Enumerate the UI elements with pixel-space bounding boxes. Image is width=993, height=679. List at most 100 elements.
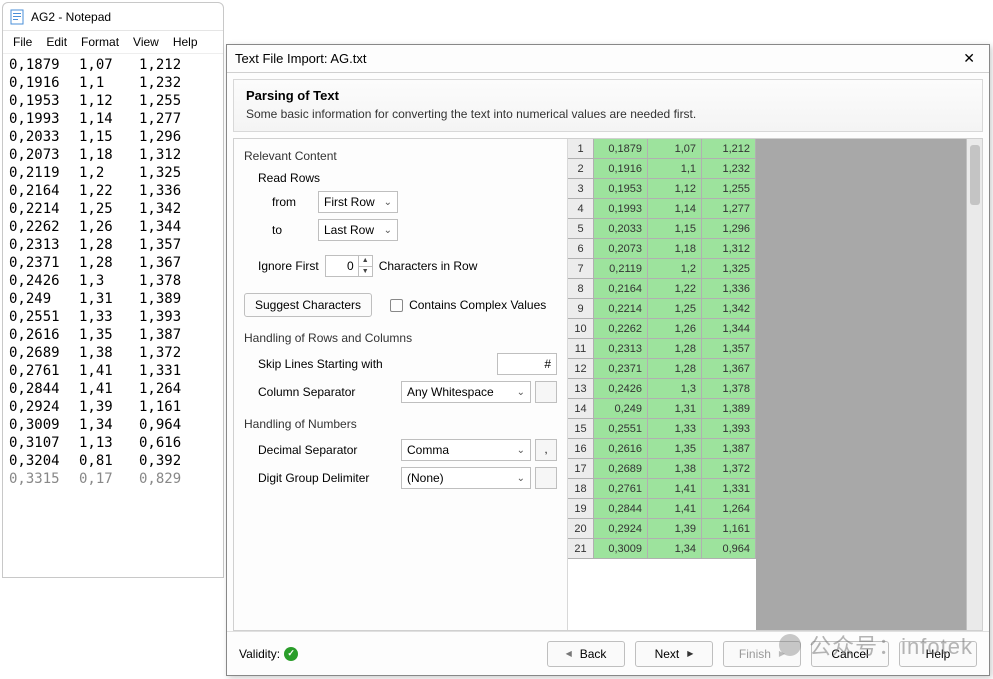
menu-format[interactable]: Format — [75, 33, 125, 51]
notepad-line: 0,20331,151,296 — [9, 128, 217, 146]
group-numbers: Handling of Numbers — [244, 417, 557, 431]
column-separator-custom[interactable] — [535, 381, 557, 403]
grid-row[interactable]: 10,18791,071,212 — [568, 139, 756, 159]
column-separator-combo[interactable]: Any Whitespace ⌄ — [401, 381, 531, 403]
menu-file[interactable]: File — [7, 33, 38, 51]
notepad-titlebar[interactable]: AG2 - Notepad — [3, 3, 223, 31]
grid-cell: 1,39 — [648, 519, 702, 539]
grid-cell: 1,18 — [648, 239, 702, 259]
grid-cell: 0,2924 — [594, 519, 648, 539]
back-button[interactable]: Back — [547, 641, 625, 667]
row-index: 13 — [568, 379, 594, 399]
grid-row[interactable]: 140,2491,311,389 — [568, 399, 756, 419]
grid-cell: 1,26 — [648, 319, 702, 339]
from-combo[interactable]: First Row ⌄ — [318, 191, 398, 213]
grid-cell: 0,2214 — [594, 299, 648, 319]
next-button[interactable]: Next — [635, 641, 713, 667]
notepad-line: 0,32040,810,392 — [9, 452, 217, 470]
grid-row[interactable]: 200,29241,391,161 — [568, 519, 756, 539]
row-index: 12 — [568, 359, 594, 379]
notepad-line: 0,23131,281,357 — [9, 236, 217, 254]
notepad-title: AG2 - Notepad — [31, 10, 111, 24]
grid-row[interactable]: 120,23711,281,367 — [568, 359, 756, 379]
grid-row[interactable]: 50,20331,151,296 — [568, 219, 756, 239]
decimal-separator-custom[interactable]: , — [535, 439, 557, 461]
grid-row[interactable]: 20,19161,11,232 — [568, 159, 756, 179]
grid-cell: 1,277 — [702, 199, 756, 219]
row-index: 20 — [568, 519, 594, 539]
grid-row[interactable]: 70,21191,21,325 — [568, 259, 756, 279]
finish-button[interactable]: Finish▶ — [723, 641, 801, 667]
grid-cell: 1,389 — [702, 399, 756, 419]
grid-cell: 1,344 — [702, 319, 756, 339]
to-combo[interactable]: Last Row ⌄ — [318, 219, 398, 241]
close-button[interactable]: ✕ — [957, 50, 981, 67]
grid-cell: 0,2616 — [594, 439, 648, 459]
row-index: 5 — [568, 219, 594, 239]
grid-row[interactable]: 190,28441,411,264 — [568, 499, 756, 519]
row-index: 10 — [568, 319, 594, 339]
digit-group-label: Digit Group Delimiter — [258, 471, 369, 485]
skip-lines-input[interactable]: # — [497, 353, 557, 375]
digit-group-combo[interactable]: (None) ⌄ — [401, 467, 531, 489]
grid-row[interactable]: 170,26891,381,372 — [568, 459, 756, 479]
grid-cell: 1,161 — [702, 519, 756, 539]
notepad-text-area[interactable]: 0,18791,071,2120,19161,11,2320,19531,121… — [3, 54, 223, 576]
grid-row[interactable]: 210,30091,340,964 — [568, 539, 756, 559]
grid-cell: 1,372 — [702, 459, 756, 479]
grid-cell: 0,1953 — [594, 179, 648, 199]
grid-cell: 0,1916 — [594, 159, 648, 179]
grid-row[interactable]: 150,25511,331,393 — [568, 419, 756, 439]
grid-cell: 1,3 — [648, 379, 702, 399]
grid-cell: 1,14 — [648, 199, 702, 219]
vertical-scrollbar[interactable] — [966, 139, 982, 630]
menu-edit[interactable]: Edit — [40, 33, 73, 51]
notepad-line: 0,21191,21,325 — [9, 164, 217, 182]
spinner-buttons[interactable]: ▲▼ — [358, 256, 372, 276]
row-index: 1 — [568, 139, 594, 159]
ignore-first-spinner[interactable]: 0 ▲▼ — [325, 255, 373, 277]
grid-cell: 1,393 — [702, 419, 756, 439]
complex-values-checkbox[interactable] — [390, 299, 403, 312]
grid-cell: 1,15 — [648, 219, 702, 239]
grid-row[interactable]: 130,24261,31,378 — [568, 379, 756, 399]
grid-row[interactable]: 60,20731,181,312 — [568, 239, 756, 259]
preview-grid[interactable]: 10,18791,071,21220,19161,11,23230,19531,… — [568, 139, 756, 630]
grid-cell: 1,2 — [648, 259, 702, 279]
chevron-down-icon: ⌄ — [517, 445, 525, 456]
notepad-line: 0,21641,221,336 — [9, 182, 217, 200]
grid-row[interactable]: 160,26161,351,387 — [568, 439, 756, 459]
decimal-separator-combo[interactable]: Comma ⌄ — [401, 439, 531, 461]
import-dialog: Text File Import: AG.txt ✕ Parsing of Te… — [226, 44, 990, 676]
scrollbar-thumb[interactable] — [970, 145, 980, 205]
digit-group-custom[interactable] — [535, 467, 557, 489]
grid-cell: 0,2689 — [594, 459, 648, 479]
from-label: from — [272, 195, 312, 209]
cancel-button[interactable]: Cancel — [811, 641, 889, 667]
grid-row[interactable]: 110,23131,281,357 — [568, 339, 756, 359]
dialog-titlebar[interactable]: Text File Import: AG.txt ✕ — [227, 45, 989, 73]
grid-row[interactable]: 30,19531,121,255 — [568, 179, 756, 199]
help-button[interactable]: Help — [899, 641, 977, 667]
menu-help[interactable]: Help — [167, 33, 204, 51]
grid-row[interactable]: 180,27611,411,331 — [568, 479, 756, 499]
notepad-line: 0,29241,391,161 — [9, 398, 217, 416]
grid-cell: 1,232 — [702, 159, 756, 179]
options-panel: Relevant Content Read Rows from First Ro… — [234, 139, 568, 630]
notepad-line: 0,33150,170,829 — [9, 470, 217, 488]
grid-row[interactable]: 90,22141,251,342 — [568, 299, 756, 319]
notepad-icon — [9, 9, 25, 25]
menu-view[interactable]: View — [127, 33, 165, 51]
grid-row[interactable]: 100,22621,261,344 — [568, 319, 756, 339]
grid-cell: 1,255 — [702, 179, 756, 199]
grid-cell: 0,2164 — [594, 279, 648, 299]
grid-row[interactable]: 80,21641,221,336 — [568, 279, 756, 299]
grid-row[interactable]: 40,19931,141,277 — [568, 199, 756, 219]
chevron-down-icon: ⌄ — [384, 225, 392, 236]
notepad-line: 0,28441,411,264 — [9, 380, 217, 398]
grid-cell: 0,249 — [594, 399, 648, 419]
grid-cell: 1,22 — [648, 279, 702, 299]
grid-cell: 1,28 — [648, 339, 702, 359]
suggest-characters-button[interactable]: Suggest Characters — [244, 293, 372, 317]
group-rows-columns: Handling of Rows and Columns — [244, 331, 557, 345]
